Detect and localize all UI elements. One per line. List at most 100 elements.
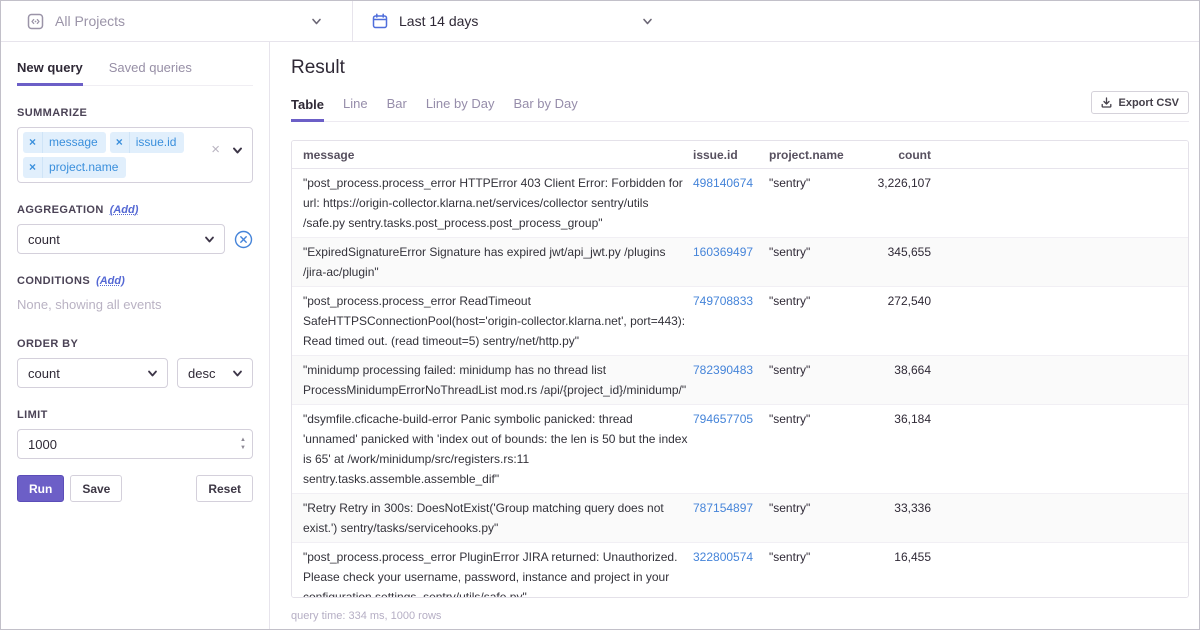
download-icon (1101, 97, 1112, 108)
cell-project-name: "sentry" (769, 294, 811, 308)
conditions-label: CONDITIONS (Add) (17, 275, 253, 287)
tag-label: project.name (49, 160, 119, 174)
aggregation-label-text: AGGREGATION (17, 204, 104, 216)
cell-count: 345,655 (887, 245, 931, 259)
app-window: All Projects Last 14 days New query Save… (0, 0, 1200, 630)
projects-icon (27, 13, 44, 30)
cell-message: "minidump processing failed: minidump ha… (303, 363, 687, 397)
calendar-icon (372, 13, 388, 29)
clear-all-icon[interactable]: × (211, 142, 220, 157)
cell-count: 16,455 (894, 550, 931, 564)
table-row: "Retry Retry in 300s: DoesNotExist('Grou… (292, 493, 1188, 542)
chevron-down-icon (205, 236, 214, 242)
cell-issue-id: 787154897 (693, 498, 769, 538)
query-time-status: query time: 334 ms, 1000 rows (291, 610, 442, 622)
order-by-direction-select[interactable]: desc (177, 358, 253, 388)
column-header-count[interactable]: count (853, 148, 931, 162)
cell-count: 3,226,107 (877, 176, 931, 190)
remove-tag-icon[interactable]: × (23, 157, 44, 178)
project-selector[interactable]: All Projects (1, 1, 353, 41)
summarize-tag: × issue.id (109, 132, 185, 153)
cell-project-name: "sentry" (769, 363, 811, 377)
issue-id-link[interactable]: 160369497 (693, 245, 753, 259)
summarize-label-text: SUMMARIZE (17, 107, 88, 119)
limit-input[interactable] (17, 429, 253, 459)
remove-tag-icon[interactable]: × (110, 132, 130, 153)
tab-line[interactable]: Line (343, 96, 368, 121)
number-stepper[interactable]: ▲ ▼ (240, 437, 246, 451)
table-header-row: message issue.id project.name count (292, 141, 1188, 169)
export-csv-button[interactable]: Export CSV (1091, 91, 1189, 114)
cell-filler (931, 173, 1188, 233)
issue-id-link[interactable]: 498140674 (693, 176, 753, 190)
chevron-down-icon (312, 18, 321, 24)
cell-count: 33,336 (894, 501, 931, 515)
remove-tag-icon[interactable]: × (23, 132, 44, 153)
date-range-selector[interactable]: Last 14 days (353, 1, 683, 41)
tab-new-query[interactable]: New query (17, 60, 83, 86)
save-button[interactable]: Save (70, 475, 123, 502)
tag-label: message (49, 135, 98, 149)
cell-issue-id: 160369497 (693, 242, 769, 282)
cell-filler (931, 242, 1188, 282)
issue-id-link[interactable]: 787154897 (693, 501, 753, 515)
tab-line-by-day[interactable]: Line by Day (426, 96, 495, 121)
project-selector-label: All Projects (55, 13, 126, 29)
conditions-empty-text: None, showing all events (17, 297, 162, 312)
cell-message: "post_process.process_error PluginError … (303, 550, 678, 598)
query-sidebar: New query Saved queries SUMMARIZE × messa… (1, 42, 270, 629)
chevron-down-icon[interactable] (232, 145, 243, 156)
summarize-label: SUMMARIZE (17, 107, 253, 119)
issue-id-link[interactable]: 322800574 (693, 550, 753, 564)
order-by-field-select[interactable]: count (17, 358, 168, 388)
issue-id-link[interactable]: 749708833 (693, 294, 753, 308)
order-by-field-value: count (28, 365, 60, 381)
cell-message: "post_process.process_error ReadTimeout … (303, 294, 686, 348)
conditions-add-link[interactable]: (Add) (96, 275, 125, 287)
issue-id-link[interactable]: 782390483 (693, 363, 753, 377)
table-row: "ExpiredSignatureError Signature has exp… (292, 237, 1188, 286)
aggregation-value: count (28, 231, 60, 247)
cell-filler (931, 498, 1188, 538)
cell-message: "ExpiredSignatureError Signature has exp… (303, 245, 666, 279)
cell-filler (931, 291, 1188, 351)
aggregation-row: count (17, 224, 253, 254)
issue-id-link[interactable]: 794657705 (693, 412, 753, 426)
cell-filler (931, 409, 1188, 489)
limit-label-text: LIMIT (17, 409, 48, 421)
tab-table[interactable]: Table (291, 97, 324, 122)
cell-message: "post_process.process_error HTTPError 40… (303, 176, 683, 230)
cell-count: 36,184 (894, 412, 931, 426)
cell-issue-id: 498140674 (693, 173, 769, 233)
tab-bar-by-day[interactable]: Bar by Day (513, 96, 577, 121)
table-row: "post_process.process_error ReadTimeout … (292, 286, 1188, 355)
summarize-multiselect[interactable]: × message × issue.id × project.name × (17, 127, 253, 183)
cell-message: "dsymfile.cficache-build-error Panic sym… (303, 412, 688, 486)
content-area: New query Saved queries SUMMARIZE × messa… (1, 42, 1199, 629)
chevron-down-icon (233, 370, 242, 376)
cell-filler (931, 360, 1188, 400)
chevron-down-icon (148, 370, 157, 376)
column-header-project-name[interactable]: project.name (769, 148, 853, 162)
order-by-direction-value: desc (188, 365, 216, 381)
remove-aggregation-icon[interactable] (234, 230, 253, 249)
column-header-issue-id[interactable]: issue.id (693, 148, 769, 162)
reset-button[interactable]: Reset (196, 475, 253, 502)
date-range-label: Last 14 days (399, 13, 479, 29)
cell-issue-id: 322800574 (693, 547, 769, 597)
page-title: Result (291, 57, 345, 78)
column-header-message[interactable]: message (303, 148, 693, 162)
tab-bar[interactable]: Bar (387, 96, 407, 121)
table-row: "dsymfile.cficache-build-error Panic sym… (292, 404, 1188, 493)
table-row: "post_process.process_error PluginError … (292, 542, 1188, 598)
conditions-label-text: CONDITIONS (17, 275, 91, 287)
limit-field: ▲▼ (17, 429, 253, 459)
aggregation-select[interactable]: count (17, 224, 225, 254)
cell-project-name: "sentry" (769, 550, 811, 564)
result-tabs: Table Line Bar Line by Day Bar by Day Export… (291, 91, 1189, 122)
aggregation-add-link[interactable]: (Add) (110, 204, 139, 216)
cell-project-name: "sentry" (769, 412, 811, 426)
tab-saved-queries[interactable]: Saved queries (109, 60, 192, 85)
limit-label: LIMIT (17, 409, 253, 421)
run-button[interactable]: Run (17, 475, 65, 502)
